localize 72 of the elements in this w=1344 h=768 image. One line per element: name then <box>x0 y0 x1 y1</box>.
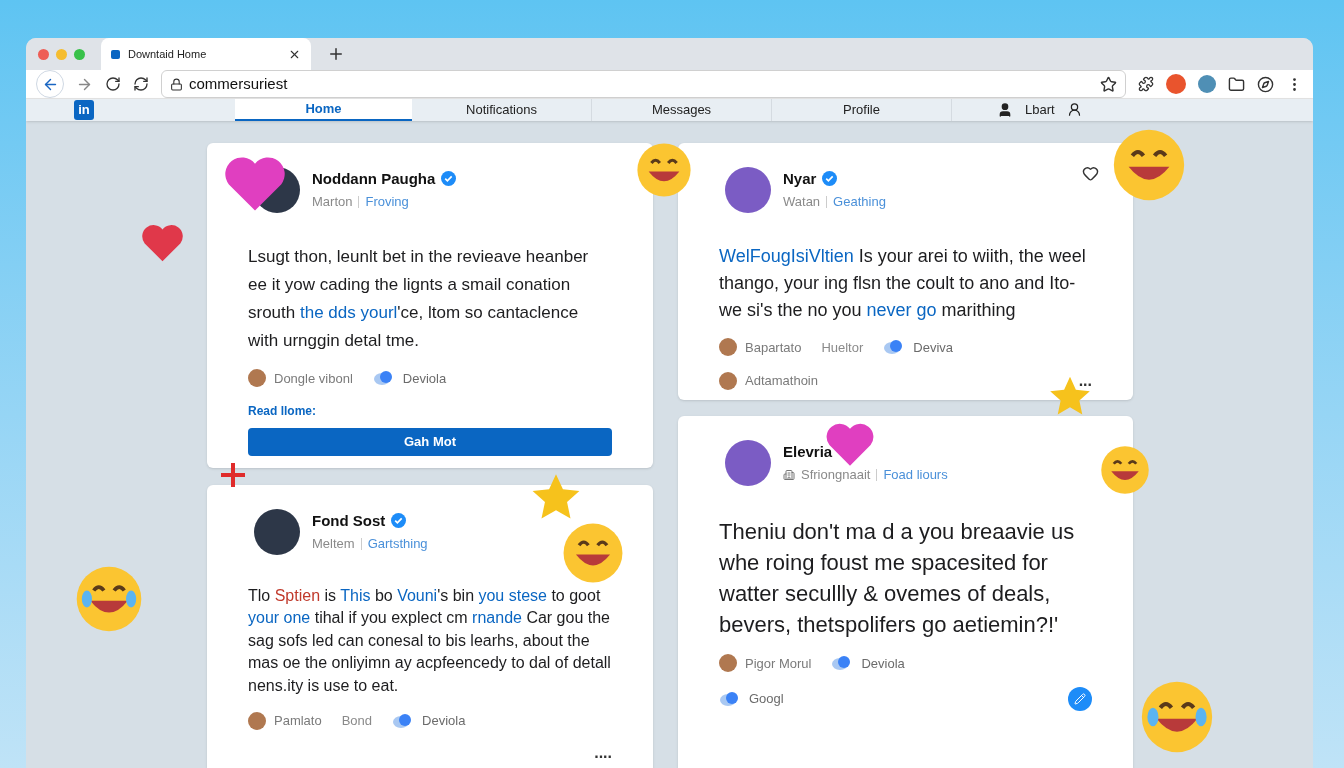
tab-title: Downtaid Home <box>128 46 208 62</box>
pencil-icon <box>1074 693 1086 705</box>
more-options[interactable]: .... <box>594 744 612 761</box>
nav-tab[interactable]: Home <box>235 99 412 121</box>
reload-icon[interactable] <box>105 76 121 92</box>
author-tag: Gartsthing <box>367 534 428 554</box>
user-name[interactable]: Lbart <box>1025 100 1055 120</box>
avatar-icon <box>719 371 737 390</box>
avatar-icon <box>719 338 737 357</box>
address-bar[interactable]: commersuriest <box>161 70 1126 98</box>
lock-icon <box>170 77 183 91</box>
avatar-icon <box>719 654 737 673</box>
author-name: Nyar <box>783 168 817 189</box>
refresh-icon[interactable] <box>133 76 149 92</box>
reaction-name: Deviola <box>402 369 447 388</box>
reaction-name: Bapartato <box>745 338 802 357</box>
site-logo[interactable]: in <box>74 99 94 120</box>
author-role: Watan <box>783 193 821 211</box>
smiling-face-icon <box>1112 128 1186 202</box>
post-text: Lsugt thon, leunlt bet in the revieave heanber ee it yow cading the lignts a smail conation srouth the dds yourl'ce, ltom so cantaclence with urnggin detal tme. <box>248 245 590 352</box>
folder-icon[interactable] <box>1228 75 1245 93</box>
reaction-name: Deviola <box>861 654 905 673</box>
nav-tab[interactable]: Notifications <box>412 99 592 121</box>
plus-icon <box>218 460 248 490</box>
reaction-name: Bond <box>341 712 373 730</box>
author-name: Noddann Paugha <box>312 168 436 189</box>
blob-icon <box>719 690 741 708</box>
person-icon[interactable] <box>1066 102 1082 118</box>
avatar-icon <box>248 711 266 730</box>
author-tag: Foad liours <box>883 465 948 485</box>
reaction-name: Hueltor <box>821 338 864 357</box>
user-icon[interactable] <box>997 101 1013 118</box>
smiling-face-icon <box>562 522 624 584</box>
smiling-face-icon <box>636 142 692 198</box>
post-text: Theniu don't ma d a you breaavie us whe roing foust me spacesited for watter secullly & ovemes of deals, bevers, thetspolifers go aetiemin?!' <box>719 517 1076 639</box>
close-window-icon[interactable] <box>38 48 49 60</box>
avatar-placeholder <box>725 439 771 486</box>
author-name: Fond Sost <box>312 510 386 531</box>
avatar-placeholder <box>725 166 771 213</box>
browser-tab[interactable]: Downtaid Home <box>101 38 311 70</box>
author-tag: Geathing <box>833 192 886 212</box>
post-text: Tlo Sptien is This bo Vouni's bin you stese to goot your one tihal if you explect cm rnande Car gou the sag sofs led can conesal to bis learhs, about the mas oe the onliyimn ay acpfeencedy to dal of detall nens.ity is use to eat. <box>248 585 612 696</box>
blob-icon <box>372 369 395 388</box>
author-name: Elevria <box>783 441 833 462</box>
compass-icon[interactable] <box>1257 75 1274 93</box>
author-tag: Froving <box>365 192 409 212</box>
reaction-name: Pigor Morul <box>745 654 812 673</box>
author-role: Marton <box>312 193 353 211</box>
new-tab-icon[interactable] <box>327 45 345 63</box>
smiling-face-icon <box>1100 445 1150 495</box>
action-button[interactable]: Gah Mot <box>248 428 612 456</box>
like-icon[interactable] <box>1082 164 1099 182</box>
post-text: WelFougIsiVltien Is your arei to wiith, the weel thango, your ing flsn the coult to ano and Ito-we si's the no you never go marithing <box>719 244 1087 322</box>
nav-tab[interactable]: Messages <box>592 99 772 121</box>
read-more-link[interactable]: Read llome: <box>248 402 612 420</box>
favicon-icon <box>111 49 120 59</box>
edit-button[interactable] <box>1068 687 1092 711</box>
avatar-icon <box>248 369 266 388</box>
laughing-face-icon <box>75 565 143 633</box>
bookmark-icon[interactable] <box>1100 75 1117 93</box>
reaction-name: Googl <box>749 690 784 709</box>
nav-tab[interactable]: Profile <box>772 99 952 121</box>
url-text: commersuriest <box>189 73 289 94</box>
reaction-name: Adtamathoin <box>745 372 818 390</box>
reaction-name: Pamlato <box>274 712 322 730</box>
author-role: Meltem <box>312 535 355 553</box>
reaction-name: Deviola <box>422 712 466 730</box>
laughing-face-icon <box>1140 680 1214 754</box>
reaction-name: Dongle vibonl <box>274 369 353 388</box>
reaction-name: Deviva <box>913 338 954 357</box>
avatar-placeholder <box>254 508 300 555</box>
author-role: Sfriongnaait <box>801 466 871 484</box>
